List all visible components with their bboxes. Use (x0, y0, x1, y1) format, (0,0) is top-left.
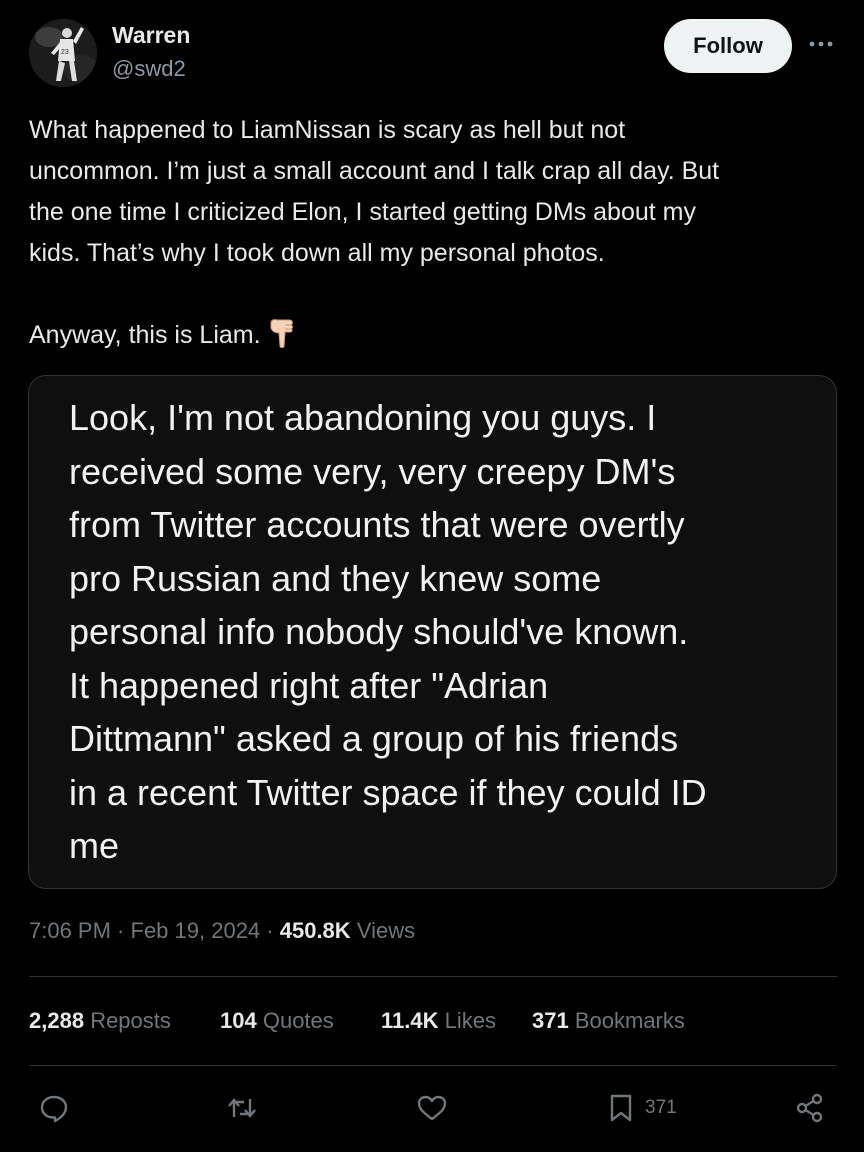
action-bar: 371 (0, 1086, 864, 1130)
bookmark-count: 371 (645, 1097, 677, 1118)
quotes-stat[interactable]: 104 Quotes (220, 1008, 334, 1034)
tweet-timestamp: 7:06 PM · Feb 19, 2024 · 450.8K Views (29, 918, 416, 943)
media-line: received some very, very creepy DM's (69, 450, 676, 492)
media-line: Look, I'm not abandoning you guys. I (69, 397, 657, 438)
baseball-player-avatar-icon: 23 (29, 19, 97, 87)
author-name[interactable]: Warren (112, 22, 190, 49)
reposts-label: Reposts (90, 1008, 171, 1033)
bookmarks-count: 371 (532, 1008, 569, 1033)
media-line: from Twitter accounts that were overtly (69, 504, 685, 545)
share-button[interactable] (794, 1086, 826, 1130)
post-time[interactable]: 7:06 PM (29, 918, 111, 943)
media-line: Dittmann" asked a group of his friends (69, 718, 679, 759)
media-line: me (69, 825, 120, 866)
media-line: personal info nobody should've known. (69, 611, 689, 652)
reply-icon (40, 1095, 68, 1123)
bookmark-button[interactable]: 371 (605, 1086, 677, 1130)
likes-stat[interactable]: 11.4K Likes (381, 1008, 496, 1034)
author-handle[interactable]: @swd2 (112, 56, 186, 82)
avatar[interactable]: 23 (29, 19, 97, 87)
follow-button[interactable]: Follow (664, 19, 792, 73)
share-icon (796, 1093, 823, 1123)
heart-icon (417, 1095, 447, 1121)
likes-label: Likes (444, 1008, 496, 1033)
likes-count: 11.4K (381, 1008, 439, 1033)
tweet-line: uncommon. I’m just a small account and I… (29, 157, 720, 185)
tweet-line: kids. That’s why I took down all my pers… (29, 239, 605, 267)
media-line: pro Russian and they knew some (69, 557, 602, 599)
media-card[interactable]: Look, I'm not abandoning you guys. I rec… (28, 375, 837, 889)
quotes-count: 104 (220, 1008, 257, 1033)
tweet-line: the one time I criticized Elon, I starte… (29, 198, 696, 226)
views-label: Views (356, 918, 416, 943)
pointing-down-emoji-icon (270, 319, 293, 348)
bookmark-icon (610, 1094, 632, 1122)
svg-text:23: 23 (61, 49, 69, 56)
media-line: It happened right after "Adrian (69, 664, 549, 706)
repost-button[interactable] (226, 1086, 258, 1130)
like-button[interactable] (416, 1086, 448, 1130)
media-text: Look, I'm not abandoning you guys. I rec… (69, 391, 829, 873)
reposts-count: 2,288 (29, 1008, 85, 1033)
tweet-closing-text: Anyway, this is Liam. (29, 321, 261, 349)
reply-button[interactable] (38, 1086, 70, 1130)
reposts-stat[interactable]: 2,288 Reposts (29, 1008, 171, 1034)
tweet-closing-line: Anyway, this is Liam. (29, 315, 841, 356)
divider (29, 976, 837, 977)
tweet-line: What happened to LiamNissan is scary as … (29, 116, 626, 144)
more-horizontal-icon[interactable] (806, 34, 836, 54)
views-count: 450.8K (279, 918, 351, 943)
bookmarks-label: Bookmarks (574, 1008, 685, 1033)
post-date[interactable]: Feb 19, 2024 (131, 918, 261, 943)
tweet-text: What happened to LiamNissan is scary as … (29, 110, 841, 356)
quotes-label: Quotes (262, 1008, 334, 1033)
repost-icon (228, 1098, 256, 1118)
divider (29, 1065, 837, 1066)
bookmarks-stat[interactable]: 371 Bookmarks (532, 1008, 685, 1034)
media-line: in a recent Twitter space if they could … (69, 771, 707, 813)
tweet-header: 23 Warren @swd2 Follow (0, 0, 864, 100)
